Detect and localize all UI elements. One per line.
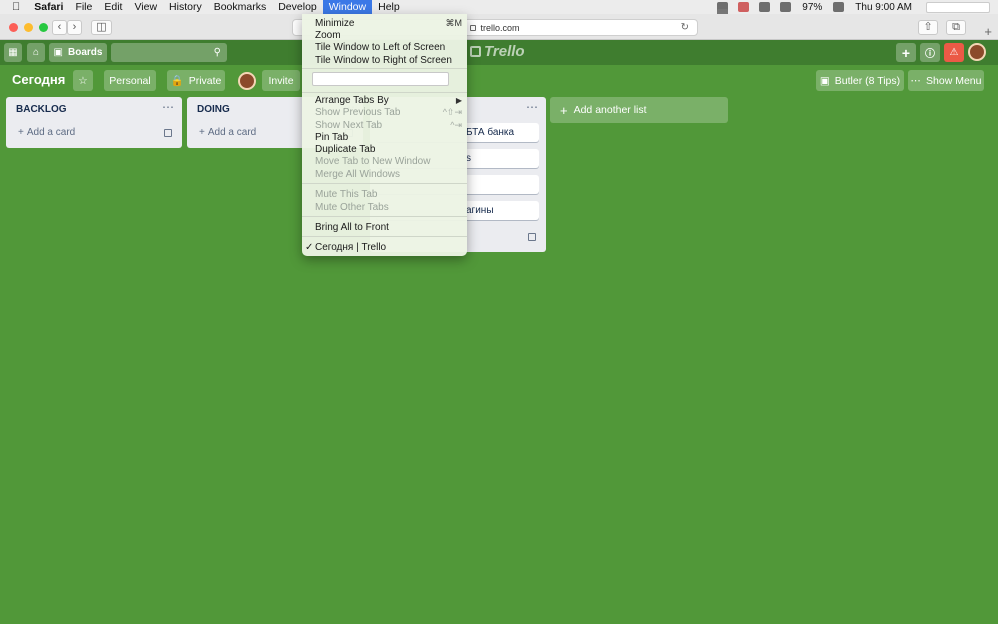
menu-item-show-previous-tab: Show Previous Tab [315,107,401,118]
lock-icon: 🔒 [170,75,184,87]
keyboard-input-icon[interactable] [780,2,792,12]
list-menu-icon[interactable]: ⋯ [526,100,538,114]
minimize-shortcut: ⌘M [445,18,463,28]
menu-item-tile-left[interactable]: Tile Window to Left of Screen [315,41,445,54]
search-icon: ⚲ [213,47,221,58]
back-button[interactable]: ‹ [52,20,67,35]
menu-separator [302,236,467,237]
boards-label: Boards [68,47,103,58]
reload-icon[interactable]: ↻ [681,22,689,33]
add-list-label: Add another list [573,104,647,116]
trello-logo[interactable]: Trello [470,43,525,60]
card-template-icon[interactable] [528,233,536,241]
show-menu-label: Show Menu [926,74,982,87]
card-template-icon[interactable] [164,129,172,137]
add-card-button[interactable]: + Add a card [199,127,256,138]
list-menu-icon[interactable]: ⋯ [162,100,174,114]
fullscreen-window-button[interactable] [39,23,48,32]
url-text: trello.com [480,22,520,33]
sidebar-toggle-button[interactable]: ◫ [91,20,112,35]
lock-icon [470,24,477,31]
apps-grid-icon[interactable]: ▦ [4,43,22,62]
boards-button[interactable]: ▣ Boards [49,43,107,62]
menu-bookmarks[interactable]: Bookmarks [208,0,273,14]
menu-develop[interactable]: Develop [272,0,323,14]
trello-header: ▦ ⌂ ▣ Boards ⚲ Trello + ⓘ ⚠ [0,40,998,65]
menu-separator [302,68,467,69]
boards-icon: ▣ [53,47,63,58]
list-title[interactable]: DOING [197,104,230,115]
menu-item-move-tab: Move Tab to New Window [315,156,431,167]
cross-icon[interactable] [759,2,771,12]
new-tab-plus-icon[interactable]: + [984,24,992,39]
apple-icon[interactable]:  [0,0,28,14]
board-title[interactable]: Сегодня [12,72,65,87]
menu-separator [302,216,467,217]
privacy-label: Private [188,74,222,87]
plus-icon: + [199,127,205,138]
menu-item-tile-right[interactable]: Tile Window to Right of Screen [315,54,452,67]
create-plus-icon[interactable]: + [896,43,916,62]
add-card-label: Add a card [26,127,76,138]
menu-item-merge-windows: Merge All Windows [315,169,401,180]
tab-overview-button[interactable]: ⧉ [946,20,966,35]
close-window-button[interactable] [9,23,18,32]
list-title[interactable]: BACKLOG [16,104,67,115]
menu-item-mute-other-tabs: Mute Other Tabs [315,202,389,213]
board-header: Сегодня ☆ Personal 🔒 Private Invite ▣ Bu… [0,68,998,94]
user-avatar[interactable] [968,43,986,61]
share-button[interactable]: ⇧ [918,20,938,35]
battery-percent[interactable]: 97% [802,2,822,13]
minimize-window-button[interactable] [24,23,33,32]
checkmark-icon: ✓ [305,242,314,253]
plus-icon: + [18,127,24,138]
menu-tab-field[interactable] [312,72,449,86]
window-menu-dropdown: Minimize ⌘M Zoom Tile Window to Left of … [302,14,467,256]
add-card-button[interactable]: + Add a card [18,127,75,138]
menu-view[interactable]: View [128,0,163,14]
next-tab-shortcut: ^⇥ [450,120,462,130]
home-icon[interactable]: ⌂ [27,43,45,62]
menubar:  Safari File Edit View History Bookmark… [0,0,998,19]
add-card-label: Add a card [207,127,257,138]
menubar-search-field[interactable] [926,1,990,13]
battery-icon[interactable] [833,2,845,12]
butler-label: Butler (8 Tips) [834,74,901,87]
plus-icon: + [560,102,568,118]
menu-item-mute-this-tab: Mute This Tab [315,189,378,200]
list-backlog: BACKLOG ⋯ + Add a card [6,97,182,148]
menu-edit[interactable]: Edit [98,0,128,14]
previous-tab-shortcut: ^⇧⇥ [442,107,462,117]
notifications-bell-icon[interactable]: ⚠ [944,43,964,62]
menu-file[interactable]: File [69,0,98,14]
butler-icon: ▣ [819,74,830,87]
board-search-input[interactable]: ⚲ [111,43,227,62]
menubar-tray: 97% Thu 9:00 AM [712,0,998,19]
butler-button[interactable]: ▣ Butler (8 Tips) [816,70,904,91]
invite-button[interactable]: Invite [262,70,300,91]
menu-history[interactable]: History [163,0,208,14]
member-avatar[interactable] [238,72,256,90]
menu-app-name[interactable]: Safari [28,0,69,14]
more-icon: ⋯ [910,74,922,87]
menu-window[interactable]: Window [322,0,373,14]
team-visibility-button[interactable]: Personal [104,70,156,91]
trello-logo-icon [470,46,481,57]
menu-item-bring-all-to-front[interactable]: Bring All to Front [315,221,389,234]
trello-logo-text: Trello [484,43,525,60]
menu-separator [302,92,467,93]
add-list-button[interactable]: + Add another list [550,97,728,123]
star-icon[interactable]: ☆ [73,70,93,91]
show-menu-button[interactable]: ⋯ Show Menu [908,70,984,91]
menu-help[interactable]: Help [372,0,406,14]
privacy-button[interactable]: 🔒 Private [167,70,225,91]
forward-button[interactable]: › [67,20,82,35]
info-icon[interactable]: ⓘ [920,43,940,62]
menu-item-current-window[interactable]: Сегодня | Trello [315,241,386,254]
menu-separator [302,183,467,184]
safari-toolbar: ‹ › ◫ trello.com ↻ ⇧ ⧉ [0,14,998,40]
antivirus-icon[interactable] [738,2,750,12]
clock[interactable]: Thu 9:00 AM [855,2,912,13]
